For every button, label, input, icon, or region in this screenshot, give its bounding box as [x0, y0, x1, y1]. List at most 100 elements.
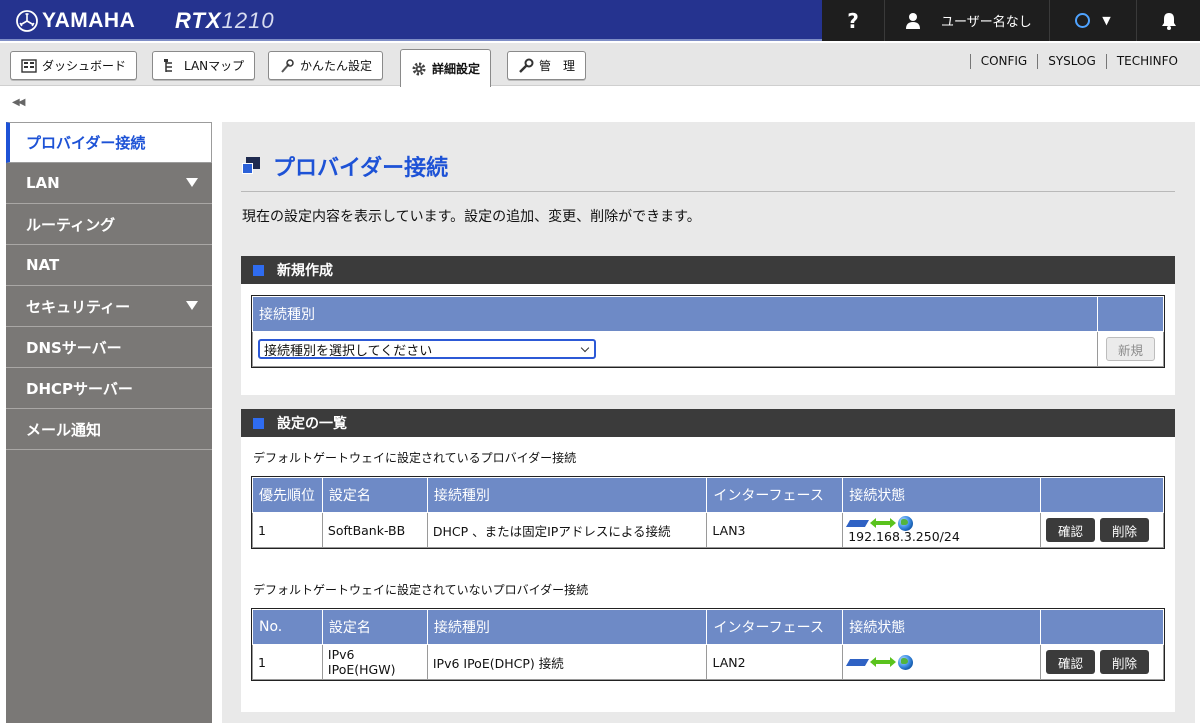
sidebar-item-label: DHCPサーバー — [26, 379, 133, 398]
column-header: 接続状態 — [842, 477, 1042, 513]
page-title: プロバイダー接続 — [242, 150, 448, 182]
interface-cell: LAN3 — [706, 512, 844, 548]
list-section-body: デフォルトゲートウェイに設定されているプロバイダー接続 優先順位 設定名 接続種… — [241, 437, 1175, 712]
sidebar-item-dhcp[interactable]: DHCPサーバー — [6, 368, 212, 409]
tab-dashboard[interactable]: ダッシュボード — [10, 51, 138, 80]
status-menu[interactable]: ▼ — [1050, 0, 1137, 41]
delete-button[interactable]: 削除 — [1100, 650, 1150, 674]
actions-cell: 確認 削除 — [1040, 644, 1164, 680]
sidebar-item-routing[interactable]: ルーティング — [6, 204, 212, 245]
table-row: 1 IPv6 IPoE(HGW) IPv6 IPoE(DHCP) 接続 LAN2… — [252, 644, 1164, 680]
tab-bar: ダッシュボード LANマップ かんたん設定 詳細設定 管 理 CONFIG SY… — [0, 43, 1200, 87]
expand-arrow-icon — [186, 178, 198, 187]
actions-cell: 確認 削除 — [1040, 512, 1164, 548]
delete-button[interactable]: 削除 — [1100, 518, 1150, 542]
section-marker-icon — [253, 417, 264, 429]
product-name: RTX1210 — [175, 8, 275, 34]
bell-icon — [1161, 12, 1176, 30]
chevron-down-icon: ▼ — [1102, 14, 1111, 27]
top-bar: YAMAHA RTX1210 ? ユーザー名なし ▼ — [0, 0, 1200, 41]
gear-icon — [412, 62, 426, 75]
double-arrow-icon — [870, 518, 897, 528]
column-header: No. — [252, 609, 323, 645]
product-number: 1210 — [221, 8, 275, 33]
tab-label: 詳細設定 — [432, 62, 481, 76]
page-description: 現在の設定内容を表示しています。設定の追加、変更、削除ができます。 — [242, 209, 701, 225]
default-table-title: デフォルトゲートウェイに設定されているプロバイダー接続 — [253, 451, 577, 465]
sidebar-item-provider[interactable]: プロバイダー接続 — [6, 122, 212, 163]
new-connection-table: 接続種別 接続種別を選択してください 新規 — [251, 295, 1165, 368]
main-content: プロバイダー接続 現在の設定内容を表示しています。設定の追加、変更、削除ができま… — [222, 122, 1195, 723]
yamaha-logo: YAMAHA — [16, 9, 135, 33]
tuning-fork-logo-icon — [16, 10, 38, 32]
sidebar-item-dns[interactable]: DNSサーバー — [6, 327, 212, 368]
product-prefix: RTX — [175, 8, 222, 33]
connection-status — [846, 654, 1035, 670]
sidebar-item-lan[interactable]: LAN — [6, 163, 212, 204]
brand-name: YAMAHA — [42, 9, 136, 32]
top-right-controls: ? ユーザー名なし ▼ — [822, 0, 1200, 41]
ip-address: 192.168.3.250/24 — [848, 529, 960, 544]
double-arrow-icon — [870, 657, 897, 667]
user-icon — [906, 12, 920, 29]
globe-icon — [898, 654, 914, 670]
column-header-empty — [1097, 296, 1164, 332]
sidebar-item-label: LAN — [26, 174, 60, 192]
section-marker-icon — [253, 264, 264, 276]
confirm-button[interactable]: 確認 — [1046, 650, 1096, 674]
column-header: 接続種別 — [426, 609, 708, 645]
tab-management[interactable]: 管 理 — [507, 51, 587, 80]
tab-advanced-settings[interactable]: 詳細設定 — [400, 49, 492, 87]
confirm-button[interactable]: 確認 — [1046, 518, 1096, 542]
collapse-sidebar-icon[interactable]: ◀◀ — [12, 97, 25, 108]
status-ring-icon — [1075, 13, 1091, 28]
sidebar: プロバイダー接続 LAN ルーティング NAT セキュリティー DNSサーバー … — [6, 122, 212, 723]
help-button[interactable]: ? — [822, 0, 885, 41]
status-cell — [842, 644, 1042, 680]
syslog-link[interactable]: SYSLOG — [1037, 54, 1106, 69]
notification-button[interactable] — [1137, 0, 1200, 41]
page-title-icon — [242, 157, 260, 175]
config-link[interactable]: CONFIG — [969, 54, 1038, 69]
nondefault-connections-table: No. 設定名 接続種別 インターフェース 接続状態 1 IPv6 IPoE(H… — [251, 608, 1165, 681]
sidebar-item-label: セキュリティー — [26, 297, 131, 316]
column-header: 接続種別 — [252, 296, 1098, 332]
sidebar-item-security[interactable]: セキュリティー — [6, 286, 212, 327]
number-cell: 1 — [252, 644, 323, 680]
globe-icon — [898, 515, 914, 531]
column-header: インターフェース — [706, 477, 844, 513]
dashboard-icon — [21, 58, 37, 73]
table-row: 1 SoftBank-BB DHCP 、または固定IPアドレスによる接続 LAN… — [252, 512, 1164, 548]
select-value: 接続種別を選択してください — [264, 343, 433, 359]
nondefault-table-title: デフォルトゲートウェイに設定されていないプロバイダー接続 — [253, 583, 589, 597]
sidebar-item-mail[interactable]: メール通知 — [6, 409, 212, 450]
status-cell: 192.168.3.250/24 — [842, 512, 1042, 548]
column-header-empty — [1040, 477, 1164, 513]
title-divider — [241, 191, 1175, 192]
interface-cell: LAN2 — [706, 644, 844, 680]
new-section-heading: 新規作成 — [241, 256, 1175, 284]
user-menu[interactable]: ユーザー名なし — [885, 0, 1050, 41]
tab-lanmap[interactable]: LANマップ — [152, 51, 256, 80]
techinfo-link[interactable]: TECHINFO — [1105, 54, 1188, 69]
column-header: 設定名 — [321, 477, 428, 513]
sidebar-item-label: メール通知 — [26, 420, 102, 439]
top-links: CONFIG SYSLOG TECHINFO — [969, 54, 1188, 69]
sidebar-item-nat[interactable]: NAT — [6, 245, 212, 286]
new-button[interactable]: 新規 — [1106, 337, 1155, 361]
new-section-body: 接続種別 接続種別を選択してください 新規 — [241, 284, 1175, 395]
user-name: ユーザー名なし — [941, 15, 1032, 30]
help-icon: ? — [847, 8, 859, 33]
router-icon — [846, 658, 870, 666]
sidebar-item-label: NAT — [26, 256, 60, 274]
type-cell: DHCP 、または固定IPアドレスによる接続 — [426, 512, 708, 548]
sidebar-item-label: DNSサーバー — [26, 338, 122, 357]
connection-type-select[interactable]: 接続種別を選択してください — [258, 339, 596, 359]
sidebar-item-label: ルーティング — [26, 215, 116, 234]
column-header: 優先順位 — [252, 477, 323, 513]
chevron-down-icon — [580, 343, 590, 352]
tab-easy-setup[interactable]: かんたん設定 — [268, 51, 384, 80]
column-header: 接続種別 — [426, 477, 708, 513]
priority-cell: 1 — [252, 512, 323, 548]
tab-label: 管 理 — [539, 59, 576, 73]
